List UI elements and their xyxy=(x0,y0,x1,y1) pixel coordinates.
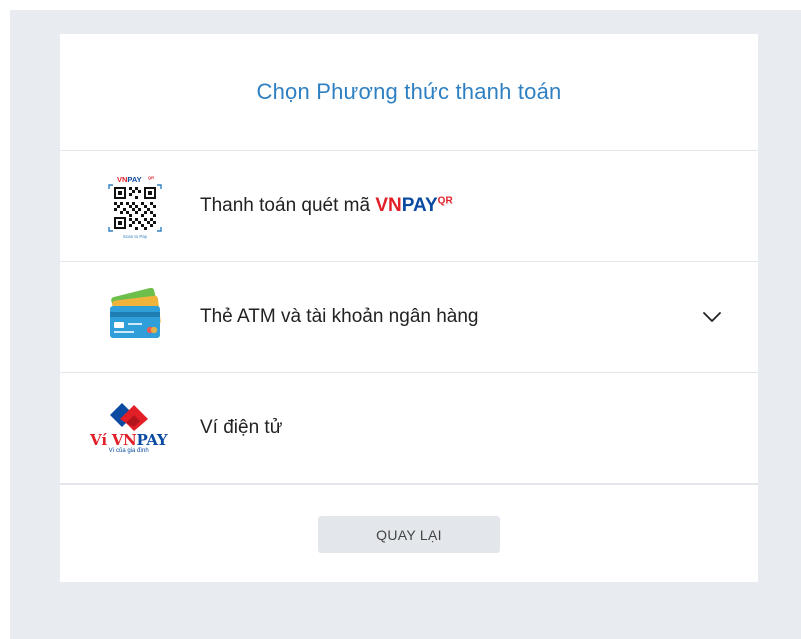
method-vnpay-qr[interactable]: VNPAY QR Scan to Pay Thanh toán quét mã … xyxy=(60,151,758,262)
bank-cards-icon xyxy=(110,288,161,338)
qr-logo-top-sup: QR xyxy=(148,175,154,180)
qr-code-icon: VNPAY QR Scan to Pay xyxy=(108,175,162,239)
brand-qr-sup: QR xyxy=(437,195,453,207)
qr-logo-top-vn: VN xyxy=(117,175,127,184)
bank-cards-logo xyxy=(106,288,168,346)
title-area: Chọn Phương thức thanh toán xyxy=(60,34,758,151)
qr-logo-bottom-text: Scan to Pay xyxy=(123,234,148,239)
method-atm-bank-label: Thẻ ATM và tài khoản ngân hàng xyxy=(200,306,479,327)
vnpay-wallet-icon xyxy=(109,403,148,431)
method-vnpay-qr-label: Thanh toán quét mã VNPAYQR xyxy=(200,195,453,217)
vnpay-qr-logo: VNPAY QR Scan to Pay xyxy=(106,173,164,239)
wordmark-vi: Ví xyxy=(90,431,107,449)
brand-vn: VN xyxy=(375,195,402,216)
brand-pay: PAY xyxy=(401,195,438,216)
wordmark-pay: PAY xyxy=(136,431,168,449)
vnpay-wallet-logo: Ví VNPAY Ví của gia đình xyxy=(90,401,168,455)
payment-method-card: Chọn Phương thức thanh toán VNPAY QR Sca… xyxy=(60,34,758,582)
chevron-down-icon[interactable] xyxy=(702,310,722,324)
vnpay-wallet-wordmark: Ví VNPAY xyxy=(90,431,168,449)
vnpay-qr-label-text: Thanh toán quét mã xyxy=(200,195,376,216)
svg-text:VNPAY: VNPAY xyxy=(117,175,142,184)
vnpay-wallet-tagline: Ví của gia đình xyxy=(108,448,149,454)
page-title: Chọn Phương thức thanh toán xyxy=(256,79,562,104)
card-footer: QUAY LẠI xyxy=(60,484,758,583)
method-ewallet[interactable]: Ví VNPAY Ví của gia đình Ví điện tử xyxy=(60,373,758,484)
qr-logo-top-pay: PAY xyxy=(127,175,141,184)
back-button[interactable]: QUAY LẠI xyxy=(318,516,500,553)
wordmark-vn: VN xyxy=(111,431,137,449)
method-atm-bank[interactable]: Thẻ ATM và tài khoản ngân hàng xyxy=(60,262,758,373)
method-ewallet-label: Ví điện tử xyxy=(200,417,283,438)
